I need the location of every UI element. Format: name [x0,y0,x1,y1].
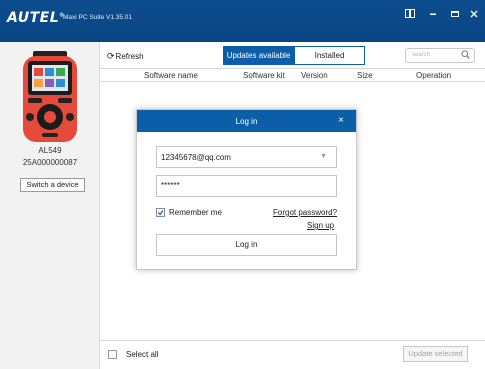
checkmark-icon [157,210,164,216]
column-software-kit: Software kit [243,71,285,80]
device-serial: 25A000000087 [22,158,78,167]
close-icon[interactable]: × [338,115,344,126]
password-field[interactable]: ****** [156,175,337,197]
switch-device-button[interactable]: Switch a device [20,178,85,192]
remember-me-label: Remember me [169,208,222,217]
select-all-checkbox[interactable] [108,350,117,359]
chevron-down-icon[interactable]: ▼ [320,153,327,160]
maximize-icon[interactable] [449,9,461,21]
tab-installed[interactable]: Installed [294,46,365,65]
search-input[interactable]: search [405,48,475,63]
email-field[interactable]: 12345678@qq.com ▼ [156,146,337,168]
table-header: Software name Software kit Version Size … [100,68,485,82]
minimize-icon[interactable] [427,9,439,21]
search-placeholder: search [412,52,431,58]
autel-logo: AUTEL® [7,10,65,26]
update-selected-button[interactable]: Update selected [403,346,468,362]
email-value: 12345678@qq.com [161,153,231,162]
toolbar: ⟳Refresh Updates available Installed sea… [100,42,485,68]
password-value: ****** [161,181,180,190]
refresh-button[interactable]: ⟳Refresh [107,51,144,62]
login-button[interactable]: Log in [156,234,337,256]
remember-me-checkbox[interactable] [156,208,165,217]
device-image [23,51,77,142]
login-dialog: Log in × 12345678@qq.com ▼ ****** Rememb… [136,109,357,270]
search-icon[interactable] [461,50,470,61]
close-window-icon[interactable] [468,9,480,21]
refresh-icon: ⟳ [107,51,115,61]
sidebar: AL549 25A000000087 Switch a device [0,42,100,369]
column-size: Size [357,71,373,80]
tab-updates-available[interactable]: Updates available [223,46,294,65]
dialog-header: Log in × [137,110,356,132]
column-operation: Operation [416,71,452,80]
app-title: Maxi PC Suite V1.35.01 [63,14,133,21]
sign-up-link[interactable]: Sign up [307,221,334,230]
column-software-name: Software name [144,71,198,80]
footer-bar: Select all Update selected [100,340,485,369]
title-bar: AUTEL® Maxi PC Suite V1.35.01 [0,0,485,42]
device-name: AL549 [38,146,62,155]
column-version: Version [301,71,328,80]
dialog-title: Log in [235,117,258,126]
select-all-label: Select all [126,350,159,359]
book-icon[interactable] [404,9,416,21]
forgot-password-link[interactable]: Forgot password? [273,208,337,217]
